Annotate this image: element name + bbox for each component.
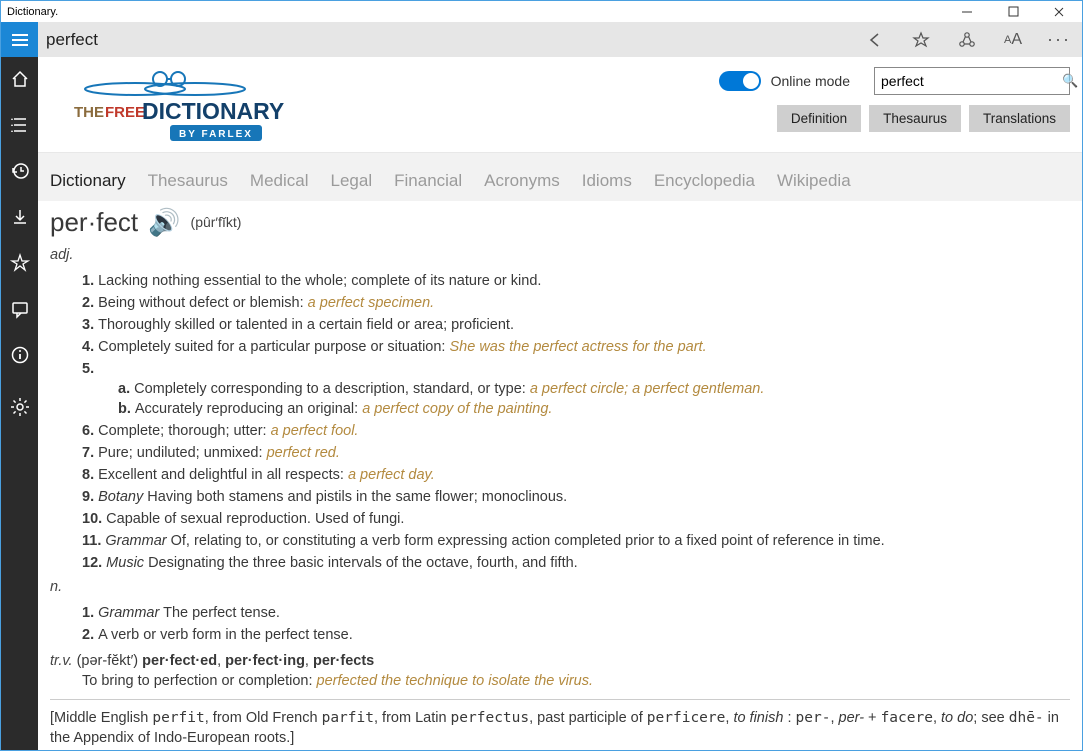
main-area: THE FREE DICTIONARY BY FARLEX Online mod… bbox=[0, 57, 1083, 751]
more-button[interactable]: ··· bbox=[1036, 22, 1082, 57]
pos-trv: tr.v. bbox=[50, 653, 73, 669]
pos-n: n. bbox=[50, 577, 1070, 597]
tab-wikipedia[interactable]: Wikipedia bbox=[777, 171, 851, 191]
definition-item: 2.A verb or verb form in the perfect ten… bbox=[82, 625, 1070, 645]
definition-item: 9.Botany Having both stamens and pistils… bbox=[82, 487, 1070, 507]
mode-buttons: Definition Thesaurus Translations bbox=[777, 105, 1070, 132]
trv-phon: (pər-fĕkt′) bbox=[77, 653, 139, 669]
headword: per·fect bbox=[50, 205, 138, 241]
trv-form-2: per·fect·ing bbox=[225, 653, 305, 669]
header-right: Online mode 🔍 Definition Thesaurus Trans… bbox=[719, 67, 1070, 132]
trv-ex: perfected the technique to isolate the v… bbox=[317, 673, 593, 689]
definition-item: 1.Grammar The perfect tense. bbox=[82, 603, 1070, 623]
definition-item: 12.Music Designating the three basic int… bbox=[82, 553, 1070, 573]
close-button[interactable] bbox=[1036, 1, 1082, 23]
minimize-button[interactable] bbox=[944, 1, 990, 23]
current-word: perfect bbox=[38, 22, 852, 57]
content-header: THE FREE DICTIONARY BY FARLEX Online mod… bbox=[38, 57, 1082, 152]
window-titlebar: Dictionary. bbox=[0, 0, 1083, 22]
online-mode-label: Online mode bbox=[771, 73, 850, 89]
definition-item: 8.Excellent and delightful in all respec… bbox=[82, 465, 1070, 485]
tab-financial[interactable]: Financial bbox=[394, 171, 462, 191]
logo-dict: DICTIONARY bbox=[142, 98, 284, 124]
sidebar-info-icon[interactable] bbox=[1, 341, 38, 369]
trv-def: To bring to perfection or completion: bbox=[82, 673, 317, 689]
logo-byline: BY FARLEX bbox=[179, 129, 253, 140]
transitive-verb: tr.v. (pər-fĕkt′) per·fect·ed, per·fect·… bbox=[50, 651, 1070, 691]
logo: THE FREE DICTIONARY BY FARLEX bbox=[50, 67, 310, 152]
content-column: THE FREE DICTIONARY BY FARLEX Online mod… bbox=[38, 57, 1082, 750]
logo-the: THE bbox=[74, 104, 104, 121]
hamburger-button[interactable] bbox=[1, 22, 38, 57]
tab-encyclopedia[interactable]: Encyclopedia bbox=[654, 171, 755, 191]
logo-free: FREE bbox=[105, 104, 145, 121]
pronunciation: (pûr′fĭkt) bbox=[191, 213, 242, 232]
definition-button[interactable]: Definition bbox=[777, 105, 861, 132]
back-button[interactable] bbox=[852, 22, 898, 57]
definition-item: 3.Thoroughly skilled or talented in a ce… bbox=[82, 315, 1070, 335]
etymology: [Middle English perfit, from Old French … bbox=[50, 708, 1070, 748]
sidebar-star-icon[interactable] bbox=[1, 249, 38, 277]
sidebar-history-icon[interactable] bbox=[1, 157, 38, 185]
definition-item: 7.Pure; undiluted; unmixed: perfect red. bbox=[82, 443, 1070, 463]
headword-row: per·fect 🔊 (pûr′fĭkt) bbox=[50, 205, 1070, 241]
online-mode-row: Online mode bbox=[719, 71, 850, 91]
window-title: Dictionary. bbox=[7, 6, 944, 18]
tab-legal[interactable]: Legal bbox=[331, 171, 373, 191]
share-button[interactable] bbox=[944, 22, 990, 57]
favorite-button[interactable] bbox=[898, 22, 944, 57]
tab-thesaurus[interactable]: Thesaurus bbox=[148, 171, 228, 191]
search-box[interactable]: 🔍 bbox=[874, 67, 1070, 95]
definition-item: 4.Completely suited for a particular pur… bbox=[82, 337, 1070, 357]
definitions-n: 1.Grammar The perfect tense.2.A verb or … bbox=[50, 603, 1070, 645]
trv-form-1: per·fect·ed bbox=[142, 653, 217, 669]
app-toolbar: perfect AA ··· bbox=[0, 22, 1083, 57]
tab-acronyms[interactable]: Acronyms bbox=[484, 171, 560, 191]
tab-idioms[interactable]: Idioms bbox=[582, 171, 632, 191]
search-input[interactable] bbox=[881, 73, 1062, 89]
maximize-button[interactable] bbox=[990, 1, 1036, 23]
definition-item: 11.Grammar Of, relating to, or constitut… bbox=[82, 531, 1070, 551]
pos-adj: adj. bbox=[50, 245, 1070, 265]
speaker-icon[interactable]: 🔊 bbox=[148, 205, 180, 241]
search-icon[interactable]: 🔍 bbox=[1062, 73, 1078, 89]
sidebar bbox=[1, 57, 38, 750]
thesaurus-button[interactable]: Thesaurus bbox=[869, 105, 961, 132]
sidebar-download-icon[interactable] bbox=[1, 203, 38, 231]
definition-item: 2.Being without defect or blemish: a per… bbox=[82, 293, 1070, 313]
sidebar-home-icon[interactable] bbox=[1, 65, 38, 93]
trv-form-3: per·fects bbox=[313, 653, 374, 669]
toolbar-right: AA ··· bbox=[852, 22, 1082, 57]
sidebar-settings-icon[interactable] bbox=[1, 393, 38, 421]
divider bbox=[50, 699, 1070, 700]
entry-body: per·fect 🔊 (pûr′fĭkt) adj. 1.Lacking not… bbox=[38, 201, 1082, 750]
definition-item: 6.Complete; thorough; utter: a perfect f… bbox=[82, 421, 1070, 441]
definition-item: 10.Capable of sexual reproduction. Used … bbox=[82, 509, 1070, 529]
definition-item: 1.Lacking nothing essential to the whole… bbox=[82, 271, 1070, 291]
sidebar-feedback-icon[interactable] bbox=[1, 295, 38, 323]
definitions-adj: 1.Lacking nothing essential to the whole… bbox=[50, 271, 1070, 573]
tab-dictionary[interactable]: Dictionary bbox=[50, 171, 126, 191]
translations-button[interactable]: Translations bbox=[969, 105, 1070, 132]
definition-item: 5.a.Completely corresponding to a descri… bbox=[82, 359, 1070, 419]
online-mode-toggle[interactable] bbox=[719, 71, 761, 91]
sidebar-bookmarks-icon[interactable] bbox=[1, 111, 38, 139]
text-size-button[interactable]: AA bbox=[990, 22, 1036, 57]
category-tabs: Dictionary Thesaurus Medical Legal Finan… bbox=[38, 152, 1082, 201]
tab-medical[interactable]: Medical bbox=[250, 171, 309, 191]
